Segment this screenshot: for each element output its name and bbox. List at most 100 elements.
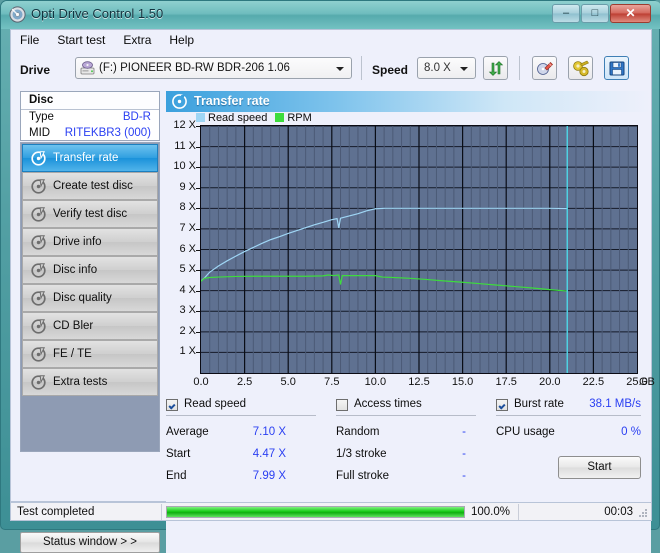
sidebar-item-disc-quality[interactable]: Disc quality <box>22 284 158 312</box>
y-axis-tick-label: 7 X <box>179 221 196 234</box>
test-navigation-sidebar: Transfer rate Create test disc Verify test… <box>20 142 160 452</box>
sidebar-item-label: Transfer rate <box>53 152 119 164</box>
toolbar-separator <box>519 56 520 80</box>
progress-bar <box>166 506 465 518</box>
y-axis-tick-label: 11 X <box>174 139 196 152</box>
progress-bar-fill <box>167 507 464 517</box>
drive-icon <box>80 61 95 75</box>
panel-header: Transfer rate <box>166 91 651 112</box>
status-separator <box>161 504 162 520</box>
x-axis-tick-label: 0.0 <box>193 376 209 388</box>
y-axis-tick-label: 2 X <box>179 324 196 337</box>
y-axis-tick <box>196 331 200 333</box>
cpu-usage-label: CPU usage <box>496 426 555 438</box>
disc-type-value: BD-R <box>122 111 151 123</box>
refresh-drive-button[interactable] <box>483 56 508 80</box>
start-label: Start <box>166 448 191 460</box>
full-stroke-label: Full stroke <box>336 470 390 482</box>
y-axis-tick <box>196 146 200 148</box>
y-axis-tick <box>196 290 200 292</box>
sidebar-item-cd-bler[interactable]: CD Bler <box>22 312 158 340</box>
column-divider <box>496 415 641 416</box>
disc-icon <box>9 6 26 23</box>
toolbar: Drive (F:) PIONEER BD-RW BDR-206 1.06 Sp… <box>11 50 651 90</box>
y-axis-tick-label: 12 X <box>173 119 196 131</box>
status-message: Test completed <box>17 506 95 518</box>
y-axis-tick <box>196 228 200 230</box>
sidebar-item-extra-tests[interactable]: Extra tests <box>22 368 158 396</box>
close-icon: ✕ <box>625 6 636 20</box>
chart-plot-area[interactable] <box>200 125 638 374</box>
title-bar: Opti Drive Control 1.50 – □ ✕ <box>1 1 660 29</box>
menu-bar: File Start test Extra Help <box>10 29 652 50</box>
speed-select[interactable]: 8.0 X <box>417 57 476 79</box>
column-divider <box>166 415 316 416</box>
start-test-label: Start <box>587 461 612 473</box>
end-label: End <box>166 470 187 482</box>
y-axis-tick-label: 1 X <box>179 345 196 358</box>
average-label: Average <box>166 426 209 438</box>
y-axis-tick <box>196 249 200 251</box>
x-axis-tick-label: 10.0 <box>364 376 387 388</box>
menu-item-extra[interactable]: Extra <box>114 30 160 50</box>
save-results-button[interactable] <box>604 56 629 80</box>
y-axis-tick-label: 4 X <box>179 283 196 296</box>
settings-tools-button[interactable] <box>568 56 593 80</box>
burst-rate-value: 38.1 MB/s <box>589 398 641 410</box>
menu-item-help[interactable]: Help <box>160 30 203 50</box>
third-stroke-label: 1/3 stroke <box>336 448 387 460</box>
sidebar-item-fe-te[interactable]: FE / TE <box>22 340 158 368</box>
save-floppy-icon <box>609 61 625 76</box>
access-times-checkbox[interactable] <box>336 399 348 411</box>
status-bar: Test completed 100.0% 00:03 <box>10 502 652 521</box>
start-test-button[interactable]: Start <box>558 456 641 479</box>
y-axis-tick-label: 9 X <box>179 180 196 193</box>
sidebar-item-verify-test-disc[interactable]: Verify test disc <box>22 200 158 228</box>
sidebar-item-label: Extra tests <box>53 376 108 388</box>
y-axis-tick <box>196 270 200 272</box>
application-window: Opti Drive Control 1.50 – □ ✕ File Start… <box>0 0 660 553</box>
disc-info-title: Disc <box>29 94 54 106</box>
y-axis-tick <box>196 311 200 313</box>
erase-disc-button[interactable] <box>532 56 557 80</box>
y-axis-tick <box>196 167 200 169</box>
read-speed-checkbox[interactable] <box>166 399 178 411</box>
disc-icon <box>31 347 46 362</box>
column-divider <box>336 415 476 416</box>
sidebar-item-create-test-disc[interactable]: Create test disc <box>22 172 158 200</box>
y-axis-tick <box>196 352 200 354</box>
full-stroke-value: - <box>462 470 466 482</box>
status-window-button[interactable]: Status window > > <box>20 532 160 553</box>
y-axis-tick <box>196 187 200 189</box>
start-value: 4.47 X <box>252 448 286 460</box>
drive-select[interactable]: (F:) PIONEER BD-RW BDR-206 1.06 <box>75 57 352 79</box>
menu-item-file[interactable]: File <box>11 30 48 50</box>
x-axis-tick-label: 7.5 <box>324 376 340 388</box>
sidebar-item-transfer-rate[interactable]: Transfer rate <box>22 144 158 172</box>
random-value: - <box>462 426 466 438</box>
disc-mid-label: MID <box>29 127 51 139</box>
chevron-down-icon <box>460 67 468 71</box>
sidebar-item-label: FE / TE <box>53 348 92 360</box>
speed-value: 8.0 X <box>424 62 451 74</box>
window-title: Opti Drive Control 1.50 <box>31 6 164 21</box>
close-button[interactable]: ✕ <box>610 4 651 23</box>
disc-icon <box>31 207 46 222</box>
disc-icon <box>31 263 46 278</box>
speed-label: Speed <box>372 63 409 77</box>
burst-rate-checkbox[interactable] <box>496 399 508 411</box>
burst-rate-header: Burst rate <box>514 398 564 410</box>
x-axis-tick-label: 2.5 <box>236 376 253 388</box>
resize-grip-icon[interactable] <box>638 508 648 518</box>
disc-icon <box>172 94 187 109</box>
sidebar-item-drive-info[interactable]: Drive info <box>22 228 158 256</box>
sidebar-item-disc-info[interactable]: Disc info <box>22 256 158 284</box>
eraser-icon <box>537 62 553 75</box>
transfer-rate-chart: Read speed RPM 1 X 2 X 3 X 4 X 5 X 6 X 7 X 8 X 9 … <box>166 112 655 398</box>
menu-item-start-test[interactable]: Start test <box>48 30 114 50</box>
minimize-button[interactable]: – <box>552 4 580 23</box>
maximize-button[interactable]: □ <box>581 4 609 23</box>
y-axis-tick-label: 10 X <box>173 160 196 173</box>
disc-icon <box>31 319 46 334</box>
legend-label-read-speed: Read speed <box>208 112 268 124</box>
